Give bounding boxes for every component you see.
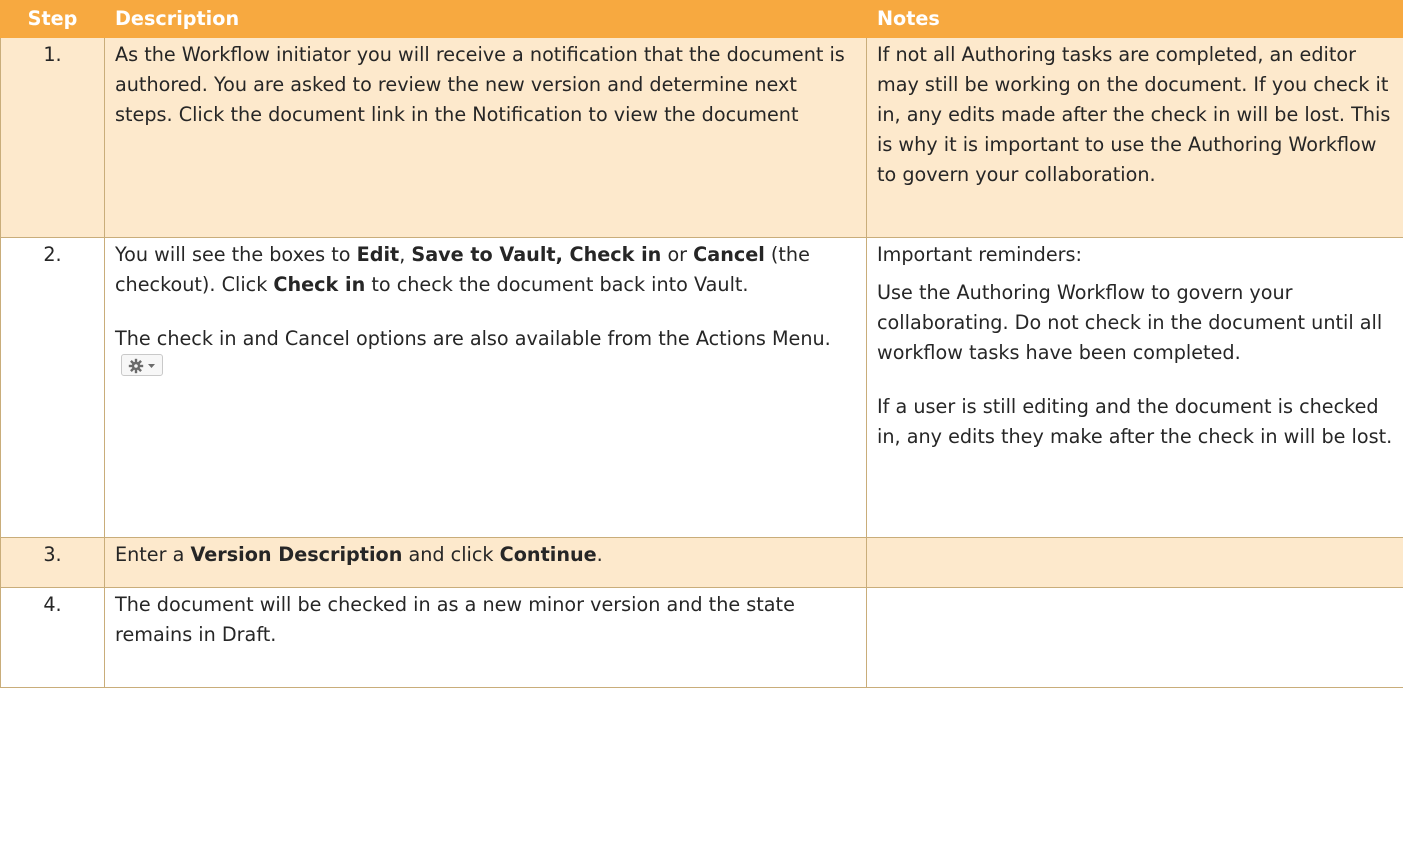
table-row: 3. Enter a Version Description and click… <box>0 537 1403 588</box>
header-step: Step <box>0 0 105 38</box>
step-description: Enter a Version Description and click Co… <box>104 537 867 588</box>
step-description: You will see the boxes to Edit, Save to … <box>104 237 867 538</box>
header-row: Step Description Notes <box>0 0 1403 38</box>
notes-heading: Important reminders: <box>877 243 1083 266</box>
step-notes <box>866 537 1403 588</box>
description-paragraph: The check in and Cancel options are also… <box>115 324 856 391</box>
step-notes <box>866 587 1403 688</box>
step-notes: If not all Authoring tasks are completed… <box>866 37 1403 238</box>
description-paragraph: You will see the boxes to Edit, Save to … <box>115 243 810 296</box>
step-number: 3. <box>0 537 105 588</box>
steps-table: Step Description Notes 1. As the Workflo… <box>0 0 1403 688</box>
table-row: 4. The document will be checked in as a … <box>0 587 1403 688</box>
notes-paragraph: Use the Authoring Workflow to govern you… <box>877 281 1383 364</box>
step-number: 4. <box>0 587 105 688</box>
step-notes: Important reminders: Use the Authoring W… <box>866 237 1403 538</box>
table-row: 1. As the Workflow initiator you will re… <box>0 37 1403 238</box>
header-notes: Notes <box>866 0 1403 38</box>
step-description: The document will be checked in as a new… <box>104 587 867 688</box>
gear-dropdown-icon <box>121 354 163 376</box>
step-description: As the Workflow initiator you will recei… <box>104 37 867 238</box>
notes-paragraph: If a user is still editing and the docum… <box>877 395 1393 448</box>
step-number: 1. <box>0 37 105 238</box>
header-description: Description <box>104 0 867 38</box>
table-row: 2. You will see the boxes to Edit, Save … <box>0 237 1403 538</box>
step-number: 2. <box>0 237 105 538</box>
